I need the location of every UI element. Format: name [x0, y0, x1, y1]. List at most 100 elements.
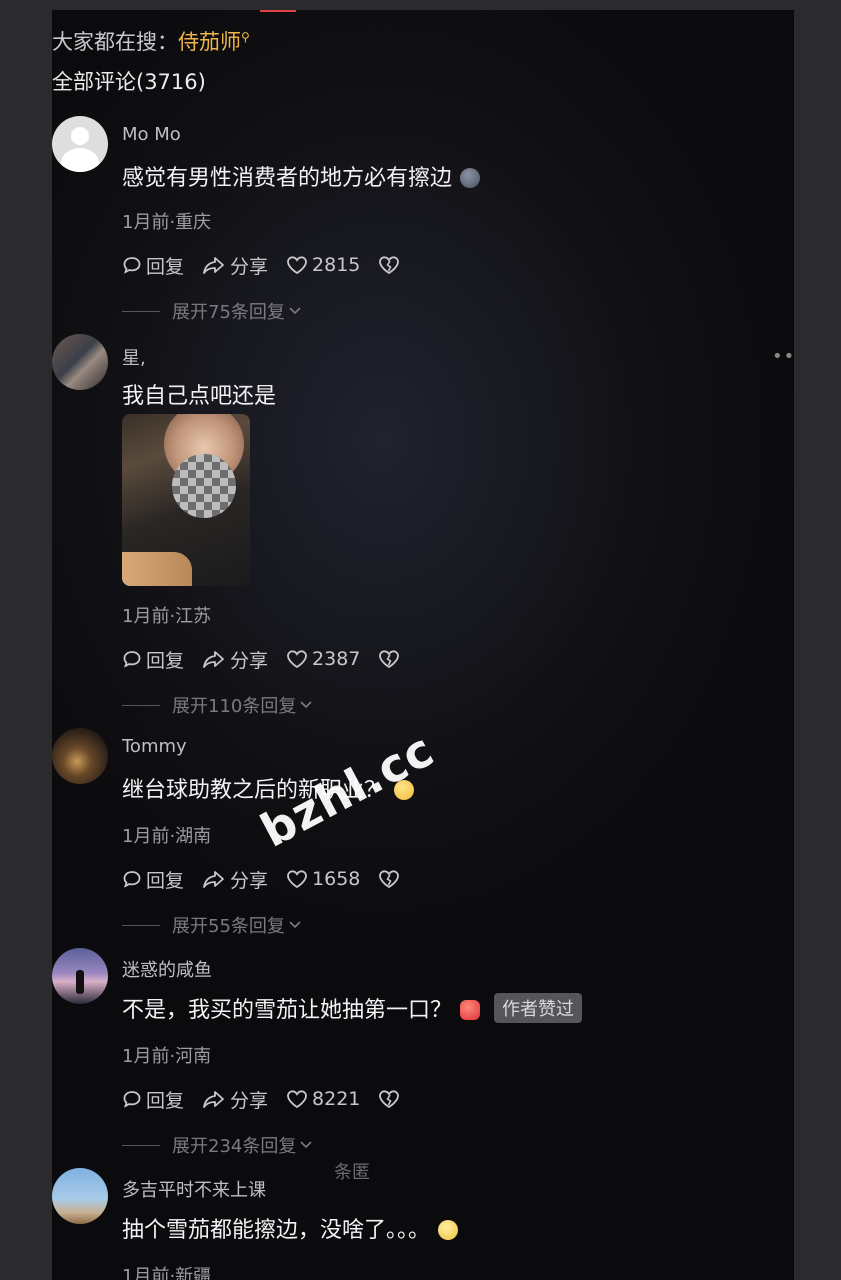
share-arrow-icon: [203, 871, 224, 888]
dislike-button[interactable]: [378, 649, 404, 669]
expand-replies-button[interactable]: 展开234条回复: [122, 1132, 313, 1158]
comment-panel: 大家都在搜：侍茄师⚲ 全部评论(3716) ••• Mo Mo 感觉有男性消费者…: [52, 10, 794, 1280]
heart-icon: [287, 650, 307, 669]
comment-bubble-icon: [123, 871, 141, 888]
chevron-down-icon: [300, 701, 312, 709]
share-button[interactable]: 分享: [202, 1086, 268, 1113]
expand-replies-button[interactable]: 展开75条回复: [122, 298, 302, 324]
comment-actions: 回复 分享 2387: [122, 646, 422, 672]
share-label: 分享: [230, 1089, 269, 1112]
comment-username[interactable]: 迷惑的咸鱼: [122, 956, 212, 982]
divider: [122, 310, 160, 312]
chevron-down-icon: [289, 307, 301, 315]
comment-actions: 回复 分享 8221: [122, 1086, 422, 1112]
heart-icon: [287, 870, 307, 889]
divider: [122, 924, 160, 926]
expand-replies-button[interactable]: 展开55条回复: [122, 912, 302, 938]
dislike-button[interactable]: [378, 1089, 404, 1109]
comment-username[interactable]: 星,: [122, 344, 146, 370]
like-button[interactable]: 8221: [286, 1088, 360, 1110]
share-arrow-icon: [203, 1091, 224, 1108]
top-indicator: [260, 10, 296, 12]
comment-text: 感觉有男性消费者的地方必有擦边: [122, 160, 481, 192]
avatar[interactable]: [52, 948, 108, 1004]
share-arrow-icon: [203, 651, 224, 668]
expand-label: 展开110条回复: [172, 696, 297, 717]
like-count: 2387: [312, 648, 361, 670]
search-icon: ⚲: [241, 30, 250, 44]
broken-heart-icon: [379, 650, 400, 669]
reply-button[interactable]: 回复: [122, 252, 184, 279]
comments-title: 全部评论(3716): [52, 70, 206, 94]
heart-icon: [287, 256, 307, 275]
gray-face-emoji-icon: [460, 168, 481, 188]
expand-label: 展开75条回复: [172, 302, 285, 323]
broken-heart-icon: [379, 256, 400, 275]
author-liked-badge: 作者赞过: [494, 993, 583, 1023]
faded-text: 条匿: [334, 1162, 370, 1183]
like-count: 2815: [312, 254, 361, 276]
comment-username[interactable]: Tommy: [122, 736, 187, 757]
comment-meta: 1月前·河南: [122, 1046, 212, 1067]
reply-label: 回复: [146, 1089, 185, 1112]
dislike-button[interactable]: [378, 869, 404, 889]
comment-bubble-icon: [123, 257, 141, 274]
expand-label: 展开234条回复: [172, 1136, 297, 1157]
comment-text: 我自己点吧还是: [122, 384, 277, 409]
expand-label: 展开55条回复: [172, 916, 285, 937]
share-label: 分享: [230, 649, 269, 672]
comment-actions: 回复 分享 1658: [122, 866, 422, 892]
comment-meta: 1月前·湖南: [122, 826, 212, 847]
avatar[interactable]: [52, 1168, 108, 1224]
comment-meta: 1月前·江苏: [122, 606, 212, 627]
share-arrow-icon: [203, 257, 224, 274]
comment-text: 不是，我买的雪茄让她抽第一口？ 作者赞过: [122, 992, 583, 1024]
mosaic-blur: [172, 454, 236, 518]
like-count: 8221: [312, 1088, 361, 1110]
reply-button[interactable]: 回复: [122, 1086, 184, 1113]
reply-button[interactable]: 回复: [122, 646, 184, 673]
search-keyword[interactable]: 侍茄师: [178, 30, 241, 54]
dislike-button[interactable]: [378, 255, 404, 275]
broken-heart-icon: [379, 1090, 400, 1109]
comment-bubble-icon: [123, 651, 141, 668]
reply-label: 回复: [146, 649, 185, 672]
comment-meta: 1月前·新疆: [122, 1266, 212, 1280]
like-button[interactable]: 1658: [286, 868, 360, 890]
avatar[interactable]: [52, 116, 108, 172]
comment-meta: 1月前·重庆: [122, 212, 212, 233]
reply-label: 回复: [146, 869, 185, 892]
search-suggestion[interactable]: 大家都在搜：侍茄师⚲: [52, 26, 250, 56]
avatar[interactable]: [52, 334, 108, 390]
chevron-down-icon: [300, 1141, 312, 1149]
reply-button[interactable]: 回复: [122, 866, 184, 893]
divider: [122, 1144, 160, 1146]
like-button[interactable]: 2815: [286, 254, 360, 276]
comment-bubble-icon: [123, 1091, 141, 1108]
sweat-emoji-icon: [438, 1220, 459, 1240]
share-label: 分享: [230, 255, 269, 278]
more-dots-icon[interactable]: •••: [772, 346, 794, 367]
like-button[interactable]: 2387: [286, 648, 360, 670]
share-button[interactable]: 分享: [202, 646, 268, 673]
reply-label: 回复: [146, 255, 185, 278]
comment-image[interactable]: [122, 414, 250, 586]
angry-emoji-icon: [460, 1000, 481, 1020]
heart-icon: [287, 1090, 307, 1109]
share-button[interactable]: 分享: [202, 866, 268, 893]
avatar[interactable]: [52, 728, 108, 784]
comment-text-body: 不是，我买的雪茄让她抽第一口？: [122, 998, 453, 1023]
expand-replies-button[interactable]: 展开110条回复: [122, 692, 313, 718]
comment-text-body: 感觉有男性消费者的地方必有擦边: [122, 166, 453, 191]
search-prefix: 大家都在搜：: [52, 30, 178, 54]
comment-username[interactable]: Mo Mo: [122, 124, 181, 145]
like-count: 1658: [312, 868, 361, 890]
divider: [122, 704, 160, 706]
chevron-down-icon: [289, 921, 301, 929]
share-button[interactable]: 分享: [202, 252, 268, 279]
comment-text: 抽个雪茄都能擦边，没啥了。。。: [122, 1212, 459, 1244]
comment-username[interactable]: 多吉平时不来上课: [122, 1176, 266, 1202]
share-label: 分享: [230, 869, 269, 892]
comment-actions: 回复 分享 2815: [122, 252, 422, 278]
broken-heart-icon: [379, 870, 400, 889]
